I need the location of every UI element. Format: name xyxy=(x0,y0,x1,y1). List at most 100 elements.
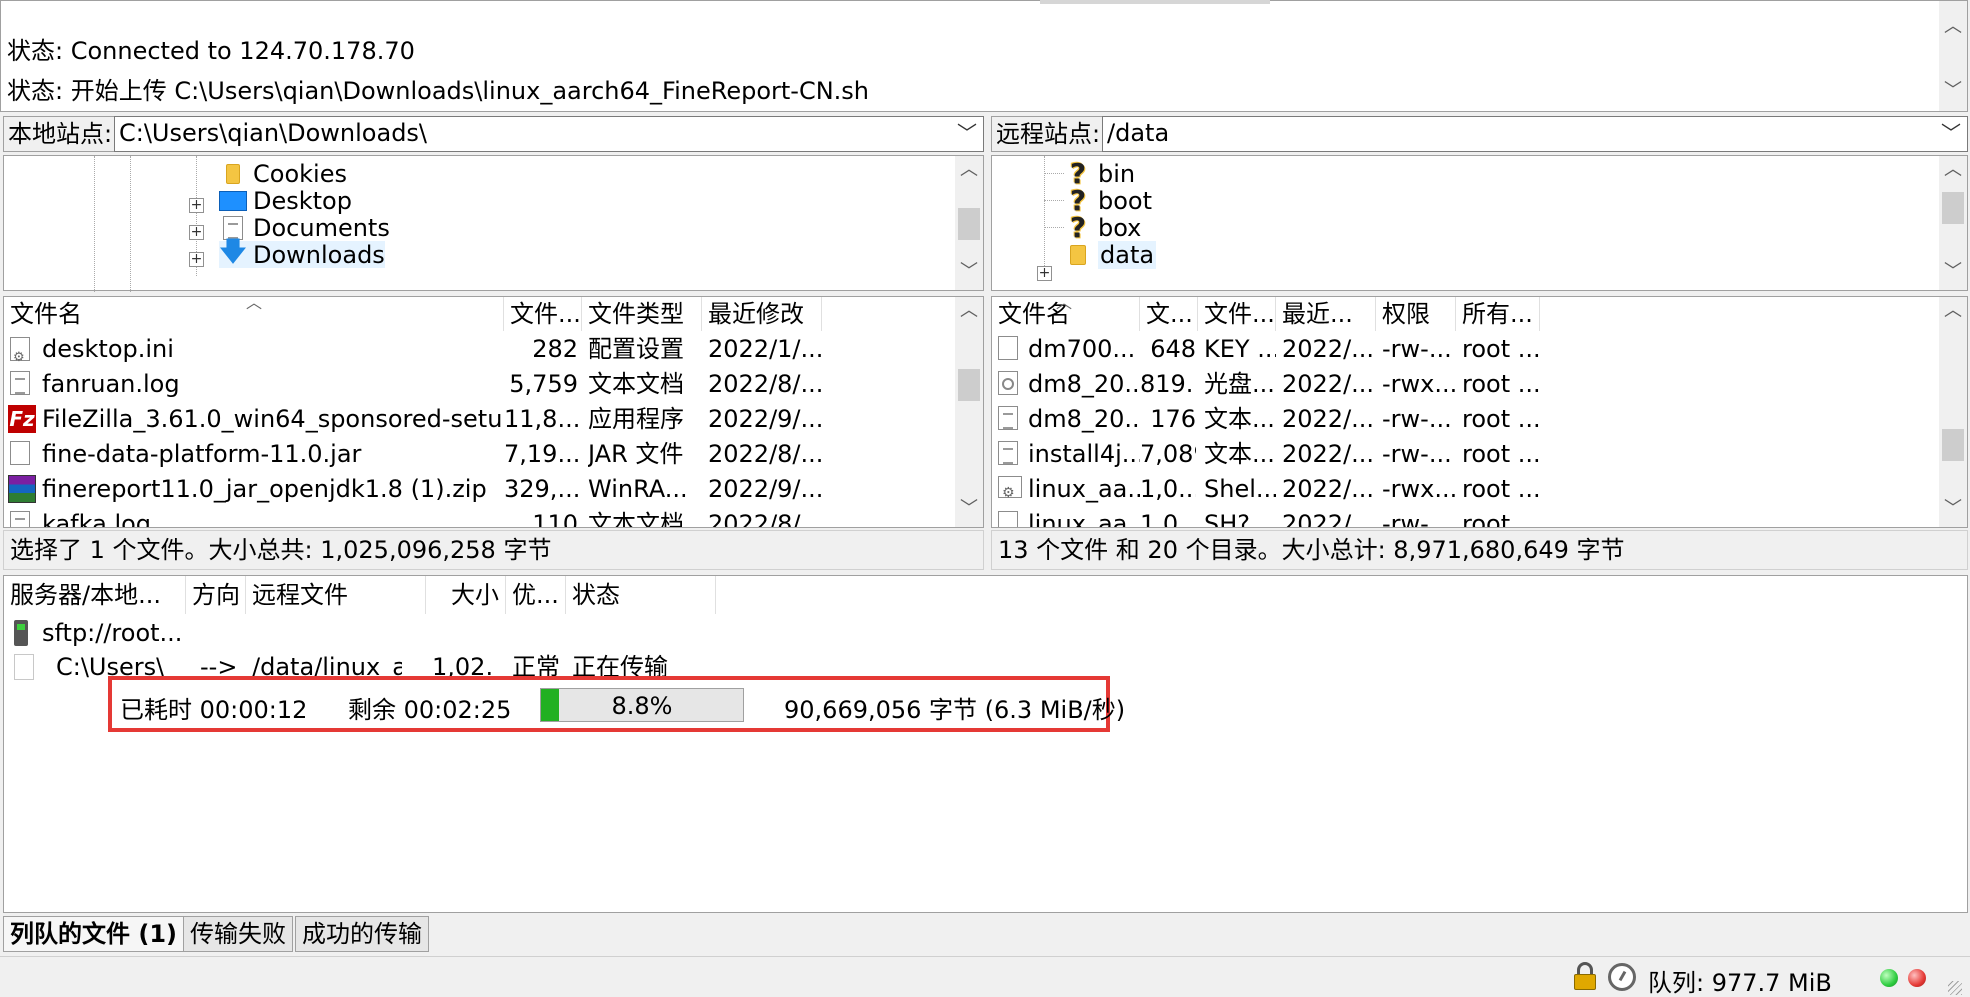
tab-queued-files[interactable]: 列队的文件 (1) xyxy=(3,916,184,952)
tree-item-label: Cookies xyxy=(253,159,347,188)
expand-icon[interactable]: + xyxy=(189,225,204,240)
scroll-up-arrow-icon[interactable]: ︿ xyxy=(1939,301,1967,321)
column-header-direction[interactable]: 方向 xyxy=(186,576,246,614)
log-scrollbar[interactable]: ︿ ﹀ xyxy=(1939,1,1967,111)
scroll-down-arrow-icon[interactable]: ﹀ xyxy=(1939,499,1967,519)
expand-icon[interactable]: + xyxy=(189,252,204,267)
file-modified: 2022/... xyxy=(1282,475,1375,503)
queue-server-row[interactable]: sftp://root... xyxy=(4,616,704,650)
column-header-size[interactable]: 文件... xyxy=(504,297,582,331)
remote-path-combo[interactable]: /data ﹀ xyxy=(1102,116,1968,152)
file-name: finereport11.0_jar_openjdk1.8 (1).zip xyxy=(42,475,487,503)
tree-item-downloads[interactable]: 🡇 Downloads xyxy=(219,237,385,269)
column-header-priority[interactable]: 优... xyxy=(506,576,566,614)
chevron-down-icon[interactable]: ﹀ xyxy=(957,117,977,149)
local-tree-scrollbar[interactable]: ︿ ﹀ xyxy=(955,156,983,290)
column-header-owner[interactable]: 所有... xyxy=(1456,297,1540,331)
file-row[interactable]: fine-data-platform-11.0.jar 7,19... JAR … xyxy=(4,440,958,468)
tree-item-bin[interactable]: ? bin xyxy=(1064,157,1135,190)
file-modified: 2022/... xyxy=(1282,405,1375,433)
speed-limit-icon[interactable] xyxy=(1608,963,1636,991)
column-header-permissions[interactable]: 权限 xyxy=(1376,297,1456,331)
scroll-down-arrow-icon[interactable]: ﹀ xyxy=(1939,81,1967,101)
scroll-down-arrow-icon[interactable]: ﹀ xyxy=(1939,262,1967,282)
local-list-scrollbar[interactable]: ︿ ﹀ xyxy=(955,297,983,527)
chevron-down-icon[interactable]: ﹀ xyxy=(1941,117,1961,149)
scrollbar-thumb[interactable] xyxy=(1942,192,1964,224)
file-row[interactable]: linux_aa... 1,0... SH? 2022/... -rw-... … xyxy=(992,510,1942,528)
file-row[interactable]: finereport11.0_jar_openjdk1.8 (1).zip 32… xyxy=(4,475,958,503)
log-line: 状态: 开始上传 C:\Users\qian\Downloads\linux_a… xyxy=(7,77,869,105)
scroll-up-arrow-icon[interactable]: ︿ xyxy=(955,301,983,321)
file-row[interactable]: kafka.log 110 文本文档 2022/8/... xyxy=(4,510,958,528)
scrollbar-thumb[interactable] xyxy=(958,208,980,240)
progress-percent: 8.8% xyxy=(611,692,673,720)
expand-icon[interactable]: + xyxy=(1037,266,1052,281)
file-row[interactable]: ⚙ linux_aa... 1,0... Shel... 2022/... -r… xyxy=(992,475,1942,503)
tree-item-label: data xyxy=(1098,240,1157,269)
disc-image-icon xyxy=(998,371,1018,401)
file-modified: 2022/8/... xyxy=(708,370,822,398)
tree-item-data[interactable]: data xyxy=(1064,240,1157,269)
remote-directory-tree: ? bin ? boot ? box + data ︿ ﹀ xyxy=(991,155,1968,291)
scrollbar-thumb[interactable] xyxy=(958,369,980,401)
file-size: 7,089 xyxy=(1140,440,1196,468)
scroll-down-arrow-icon[interactable]: ﹀ xyxy=(955,262,983,282)
scroll-up-arrow-icon[interactable]: ︿ xyxy=(1939,17,1967,37)
elapsed-time: 已耗时 00:00:12 xyxy=(120,696,308,724)
resize-grip-icon[interactable] xyxy=(1948,981,1962,995)
folder-icon xyxy=(219,162,247,186)
list-header: 文件名 ︿ 文件... 文件类型 最近修改 xyxy=(4,297,958,331)
file-row[interactable]: dm8_20... 819... 光盘... 2022/... -rwx... … xyxy=(992,370,1942,398)
tree-item-box[interactable]: ? box xyxy=(1064,211,1142,244)
column-header-modified[interactable]: 最近修改 xyxy=(702,297,822,331)
column-header-status[interactable]: 状态 xyxy=(566,576,716,614)
text-file-icon xyxy=(998,441,1018,471)
tree-item-cookies[interactable]: Cookies xyxy=(219,159,347,188)
activity-light-green-icon xyxy=(1880,969,1898,987)
tree-item-desktop[interactable]: Desktop xyxy=(219,186,352,215)
file-owner: root ... xyxy=(1462,510,1541,528)
file-modified: 2022/9/... xyxy=(708,405,822,433)
file-type: 文本文档 xyxy=(588,510,684,528)
tab-failed-transfers[interactable]: 传输失败 xyxy=(183,916,293,952)
file-size: 11,8... xyxy=(504,405,578,433)
column-header-type[interactable]: 文件... xyxy=(1198,297,1276,331)
tree-guide-line xyxy=(1044,200,1064,201)
activity-light-red-icon xyxy=(1908,969,1926,987)
tree-item-label: Desktop xyxy=(253,186,352,215)
unknown-folder-icon: ? xyxy=(1069,157,1087,190)
column-header-size[interactable]: 文... xyxy=(1140,297,1198,331)
file-owner: root ... xyxy=(1462,370,1541,398)
expand-icon[interactable]: + xyxy=(189,198,204,213)
file-size: 648 xyxy=(1150,335,1196,363)
scrollbar-thumb[interactable] xyxy=(1942,429,1964,461)
unknown-folder-icon: ? xyxy=(1069,184,1087,217)
column-header-remote-file[interactable]: 远程文件 xyxy=(246,576,426,614)
local-status: 选择了 1 个文件。大小总共: 1,025,096,258 字节 xyxy=(3,530,984,570)
remote-list-scrollbar[interactable]: ︿ ﹀ xyxy=(1939,297,1967,527)
column-header-modified[interactable]: 最近... xyxy=(1276,297,1376,331)
file-row[interactable]: install4j... 7,089 文本... 2022/... -rw-..… xyxy=(992,440,1942,468)
tree-item-label: Documents xyxy=(253,213,390,242)
column-header-type[interactable]: 文件类型 xyxy=(582,297,702,331)
local-file-list: 文件名 ︿ 文件... 文件类型 最近修改 ⚙ desktop.ini 282 … xyxy=(3,296,984,528)
file-owner: root ... xyxy=(1462,440,1541,468)
file-modified: 2022/... xyxy=(1282,510,1375,528)
file-row[interactable]: Fz FileZilla_3.61.0_win64_sponsored-setu… xyxy=(4,405,958,433)
file-row[interactable]: ⚙ desktop.ini 282 配置设置 2022/1/... xyxy=(4,335,958,365)
scroll-down-arrow-icon[interactable]: ﹀ xyxy=(955,499,983,519)
column-header-server[interactable]: 服务器/本地... xyxy=(4,576,186,614)
file-row[interactable]: dm700... 648 KEY ... 2022/... -rw-... ro… xyxy=(992,335,1942,363)
scroll-up-arrow-icon[interactable]: ︿ xyxy=(955,160,983,180)
file-row[interactable]: dm8_20... 176 文本... 2022/... -rw-... roo… xyxy=(992,405,1942,433)
remote-tree-scrollbar[interactable]: ︿ ﹀ xyxy=(1939,156,1967,290)
tab-successful-transfers[interactable]: 成功的传输 xyxy=(295,916,429,952)
file-permissions: -rw-... xyxy=(1382,510,1452,528)
file-modified: 2022/8/... xyxy=(708,510,822,528)
tree-item-boot[interactable]: ? boot xyxy=(1064,184,1152,217)
file-row[interactable]: fanruan.log 5,759 文本文档 2022/8/... xyxy=(4,370,958,398)
column-header-size[interactable]: 大小 xyxy=(426,576,506,614)
local-path-combo[interactable]: C:\Users\qian\Downloads\ ﹀ xyxy=(114,116,984,152)
scroll-up-arrow-icon[interactable]: ︿ xyxy=(1939,160,1967,180)
